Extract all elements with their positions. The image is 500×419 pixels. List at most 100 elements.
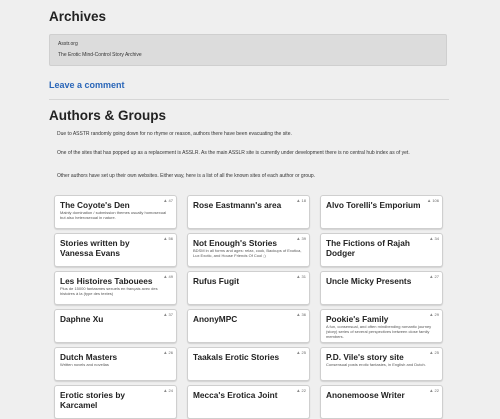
like-count: ▲ 49 — [163, 274, 173, 279]
archives-box: Asstr.org The Erotic Mind-Control Story … — [49, 34, 447, 66]
like-count: ▲ 18 — [296, 198, 306, 203]
author-card-title[interactable]: P.D. Vile's story site — [326, 352, 437, 362]
like-count-value: 47 — [168, 198, 173, 203]
like-count: ▲ 37 — [163, 312, 173, 317]
author-card[interactable]: Not Enough's Stories BDSM in all forms an… — [187, 233, 310, 267]
like-count-value: 24 — [168, 388, 173, 393]
author-card[interactable]: The Coyote's Den Mainly domination / subm… — [54, 195, 177, 229]
author-card-title[interactable]: Rose Eastmann's area — [193, 200, 304, 210]
author-card-title[interactable]: Erotic stories by Karcamel — [60, 390, 171, 410]
thumb-icon: ▲ — [296, 312, 301, 317]
thumb-icon: ▲ — [163, 388, 168, 393]
like-count: ▲ 34 — [429, 236, 439, 241]
thumb-icon: ▲ — [296, 388, 301, 393]
author-card-title[interactable]: Pookie's Family — [326, 314, 437, 324]
author-card[interactable]: Pookie's Family A fun, consensual, and of… — [320, 309, 443, 343]
author-card-title[interactable]: Alvo Torelli's Emporium — [326, 200, 437, 210]
like-count: ▲ 56 — [163, 236, 173, 241]
author-card-title[interactable]: Dutch Masters — [60, 352, 171, 362]
leave-comment-link[interactable]: Leave a comment — [49, 80, 125, 90]
author-card-description: Plus de 15000 fantasmes sexuels en franç… — [60, 286, 158, 296]
author-card-title[interactable]: The Fictions of Rajah Dodger — [326, 238, 437, 258]
author-card-title[interactable]: Anonemoose Writer — [326, 390, 437, 400]
author-card-title[interactable]: Taakals Erotic Stories — [193, 352, 304, 362]
like-count: ▲ 26 — [163, 350, 173, 355]
author-card-description: BDSM in all forms and ages: relax, cook,… — [193, 248, 302, 258]
author-card-description: Written novels and novellas — [60, 362, 109, 367]
like-count-value: 49 — [168, 274, 173, 279]
like-count: ▲ 29 — [429, 312, 439, 317]
author-card-description: Consensual posts erotic fantasies, in En… — [326, 362, 426, 367]
author-card-title[interactable]: Rufus Fugit — [193, 276, 304, 286]
intro-paragraph-2: One of the sites that has popped up as a… — [57, 150, 410, 156]
like-count-value: 22 — [301, 388, 306, 393]
author-card-title[interactable]: Uncle Micky Presents — [326, 276, 437, 286]
author-card[interactable]: AnonyMPC ▲ 36 — [187, 309, 310, 343]
like-count: ▲ 22 — [429, 388, 439, 393]
intro-paragraph-1: Due to ASSTR randomly going down for no … — [57, 131, 292, 137]
author-card-title[interactable]: Not Enough's Stories — [193, 238, 304, 248]
thumb-icon: ▲ — [163, 274, 168, 279]
like-count-value: 27 — [434, 274, 439, 279]
author-card-title[interactable]: Mecca's Erotica Joint — [193, 390, 304, 400]
author-card[interactable]: P.D. Vile's story site Consensual posts e… — [320, 347, 443, 381]
like-count: ▲ 25 — [296, 350, 306, 355]
author-card-title[interactable]: The Coyote's Den — [60, 200, 171, 210]
author-card[interactable]: Uncle Micky Presents ▲ 27 — [320, 271, 443, 305]
like-count: ▲ 36 — [296, 312, 306, 317]
like-count-value: 25 — [301, 350, 306, 355]
author-card[interactable]: Rose Eastmann's area ▲ 18 — [187, 195, 310, 229]
divider — [49, 99, 449, 100]
like-count: ▲ 39 — [296, 236, 306, 241]
author-card[interactable]: Dutch Masters Written novels and novellas… — [54, 347, 177, 381]
thumb-icon: ▲ — [296, 198, 301, 203]
like-count-value: 29 — [434, 312, 439, 317]
like-count-value: 56 — [168, 236, 173, 241]
thumb-icon: ▲ — [429, 312, 434, 317]
like-count: ▲ 31 — [296, 274, 306, 279]
like-count-value: 22 — [434, 388, 439, 393]
like-count-value: 39 — [301, 236, 306, 241]
like-count: ▲ 24 — [163, 388, 173, 393]
author-card-title[interactable]: AnonyMPC — [193, 314, 304, 324]
author-card-title[interactable]: Les Histoires Tabouees — [60, 276, 171, 286]
authors-heading: Authors & Groups — [49, 108, 166, 123]
like-count: ▲ 22 — [296, 388, 306, 393]
thumb-icon: ▲ — [163, 236, 168, 241]
archives-heading: Archives — [49, 9, 107, 24]
author-card[interactable]: Taakals Erotic Stories ▲ 25 — [187, 347, 310, 381]
author-card[interactable]: Rufus Fugit ▲ 31 — [187, 271, 310, 305]
thumb-icon: ▲ — [426, 198, 432, 203]
thumb-icon: ▲ — [163, 350, 168, 355]
author-card[interactable]: Daphne Xu ▲ 37 — [54, 309, 177, 343]
author-card[interactable]: Alvo Torelli's Emporium ▲ 106 — [320, 195, 443, 229]
like-count-value: 106 — [432, 198, 439, 203]
thumb-icon: ▲ — [429, 388, 434, 393]
author-card[interactable]: Les Histoires Tabouees Plus de 15000 fant… — [54, 271, 177, 305]
author-card-title[interactable]: Daphne Xu — [60, 314, 171, 324]
like-count-value: 34 — [434, 236, 439, 241]
thumb-icon: ▲ — [163, 198, 168, 203]
author-card[interactable]: Anonemoose Writer ▲ 22 — [320, 385, 443, 419]
like-count-value: 18 — [301, 198, 306, 203]
author-card[interactable]: The Fictions of Rajah Dodger ▲ 34 — [320, 233, 443, 267]
author-card-description: A fun, consensual, and often mindbending… — [326, 324, 432, 339]
thumb-icon: ▲ — [429, 350, 434, 355]
author-card[interactable]: Erotic stories by Karcamel ▲ 24 — [54, 385, 177, 419]
thumb-icon: ▲ — [429, 236, 434, 241]
like-count-value: 37 — [168, 312, 173, 317]
author-card-title[interactable]: Stories written by Vanessa Evans — [60, 238, 171, 258]
like-count: ▲ 47 — [163, 198, 173, 203]
like-count-value: 25 — [434, 350, 439, 355]
author-card-description: Mainly domination / submission themes us… — [60, 210, 167, 220]
like-count: ▲ 106 — [427, 198, 439, 203]
archives-link-asstr[interactable]: Asstr.org — [58, 41, 78, 47]
thumb-icon: ▲ — [296, 274, 301, 279]
archives-link-emcsa[interactable]: The Erotic Mind-Control Story Archive — [58, 52, 142, 58]
author-card[interactable]: Stories written by Vanessa Evans ▲ 56 — [54, 233, 177, 267]
author-card[interactable]: Mecca's Erotica Joint ▲ 22 — [187, 385, 310, 419]
like-count-value: 31 — [301, 274, 306, 279]
like-count: ▲ 27 — [429, 274, 439, 279]
thumb-icon: ▲ — [429, 274, 434, 279]
thumb-icon: ▲ — [296, 236, 301, 241]
